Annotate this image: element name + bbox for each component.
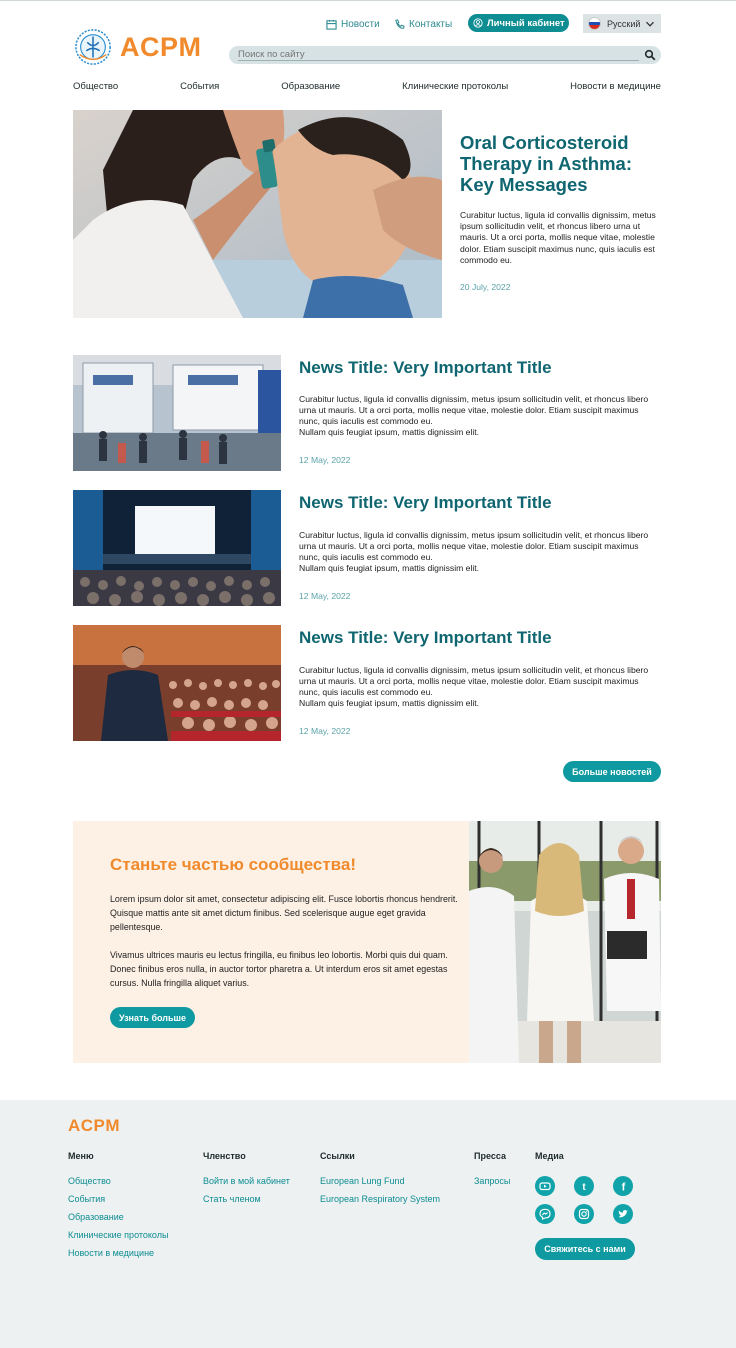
nav-item-education[interactable]: Образование [281, 81, 340, 92]
logo-text: ACPM [120, 31, 202, 62]
news-link[interactable]: Новости [326, 14, 380, 34]
footer-link-login[interactable]: Войти в мой кабинет [203, 1172, 290, 1190]
hero-text: Curabitur luctus, ligula id convallis di… [460, 210, 656, 265]
news-text-extra: Nullam quis feugiat ipsum, mattis dignis… [299, 427, 480, 437]
nav-item-society[interactable]: Общество [73, 81, 118, 92]
community-doctors-image [469, 821, 661, 1063]
community-paragraph-2: Vivamus ultrices mauris eu lectus fringi… [110, 950, 448, 988]
footer-link-medical-news[interactable]: Новости в медицине [68, 1244, 168, 1262]
search-icon[interactable] [644, 49, 656, 61]
news-text: Curabitur luctus, ligula id convallis di… [299, 394, 649, 426]
contacts-link[interactable]: Контакты [394, 14, 452, 34]
contacts-link-label: Контакты [409, 18, 453, 30]
more-news-button[interactable]: Больше новостей [563, 761, 661, 782]
top-border [0, 0, 736, 1]
footer-menu-column: Меню Общество События Образование Клинич… [68, 1151, 168, 1262]
hero-date: 20 July, 2022 [460, 282, 511, 292]
news-text: Curabitur luctus, ligula id convallis di… [299, 530, 649, 562]
news-text: Curabitur luctus, ligula id convallis di… [299, 665, 649, 697]
hero-image[interactable] [73, 110, 442, 318]
footer-link-european-respiratory-system[interactable]: European Respiratory System [320, 1190, 440, 1208]
news-image-speaker[interactable] [73, 625, 281, 741]
news-link-label: Новости [341, 18, 380, 30]
community-banner: Станьте частью сообщества! Lorem ipsum d… [73, 821, 661, 1063]
footer-logo[interactable]: ACPM [68, 1116, 120, 1136]
community-title: Станьте частью сообщества! [110, 855, 357, 874]
footer-heading: Меню [68, 1151, 94, 1161]
messenger-icon[interactable] [535, 1204, 555, 1224]
footer-heading: Ссылки [320, 1151, 355, 1161]
main-nav: Общество События Образование Клинические… [73, 81, 661, 92]
news-image-exhibition[interactable] [73, 355, 281, 471]
chevron-down-icon [646, 21, 654, 27]
site-logo[interactable]: ACPM [74, 28, 202, 66]
search-underline [238, 60, 639, 61]
facebook-icon[interactable]: f [613, 1176, 633, 1196]
language-selector[interactable]: Русский [583, 14, 661, 33]
footer: ACPM Меню Общество События Образование К… [0, 1100, 736, 1348]
hero-title[interactable]: Oral Corticosteroid Therapy in Asthma: K… [460, 132, 670, 195]
tumblr-icon[interactable]: t [574, 1176, 594, 1196]
twitter-icon[interactable] [613, 1204, 633, 1224]
personal-cabinet-button[interactable]: Личный кабинет [468, 14, 569, 32]
news-text-extra: Nullam quis feugiat ipsum, mattis dignis… [299, 563, 480, 573]
russia-flag-icon [588, 17, 601, 30]
personal-cabinet-label: Личный кабинет [487, 17, 565, 29]
footer-link-clinical-protocols[interactable]: Клинические протоколы [68, 1226, 168, 1244]
nav-item-events[interactable]: События [180, 81, 219, 92]
logo-emblem-icon [75, 29, 111, 65]
news-date: 12 May, 2022 [299, 591, 351, 601]
news-image-conference-hall[interactable] [73, 490, 281, 606]
footer-heading: Медиа [535, 1151, 564, 1161]
nav-item-medical-news[interactable]: Новости в медицине [570, 81, 661, 92]
phone-icon [395, 18, 405, 29]
learn-more-button[interactable]: Узнать больше [110, 1007, 195, 1028]
svg-text:f: f [622, 1182, 626, 1193]
news-date: 12 May, 2022 [299, 455, 351, 465]
footer-link-requests[interactable]: Запросы [474, 1172, 510, 1190]
footer-link-european-lung-fund[interactable]: European Lung Fund [320, 1172, 440, 1190]
language-label: Русский [607, 18, 641, 29]
news-text-extra: Nullam quis feugiat ipsum, mattis dignis… [299, 698, 480, 708]
youtube-icon[interactable] [535, 1176, 555, 1196]
footer-media-column: Медиа [535, 1151, 564, 1172]
news-title[interactable]: News Title: Very Important Title [299, 628, 552, 648]
footer-heading: Пресса [474, 1151, 506, 1161]
svg-text:t: t [582, 1182, 586, 1192]
footer-membership-column: Членство Войти в мой кабинет Стать члено… [203, 1151, 290, 1208]
calendar-icon [326, 19, 337, 30]
user-icon [473, 18, 483, 28]
instagram-icon[interactable] [574, 1204, 594, 1224]
news-title[interactable]: News Title: Very Important Title [299, 358, 552, 378]
nav-item-clinical-protocols[interactable]: Клинические протоколы [402, 81, 508, 92]
news-title[interactable]: News Title: Very Important Title [299, 493, 552, 513]
footer-link-become-member[interactable]: Стать членом [203, 1190, 290, 1208]
footer-link-education[interactable]: Образование [68, 1208, 168, 1226]
search-bar[interactable] [229, 46, 661, 64]
contact-us-button[interactable]: Свяжитесь с нами [535, 1238, 635, 1260]
news-date: 12 May, 2022 [299, 726, 351, 736]
footer-press-column: Пресса Запросы [474, 1151, 510, 1190]
footer-link-society[interactable]: Общество [68, 1172, 168, 1190]
community-paragraph-1: Lorem ipsum dolor sit amet, consectetur … [110, 894, 458, 932]
footer-links-column: Ссылки European Lung Fund European Respi… [320, 1151, 440, 1208]
footer-heading: Членство [203, 1151, 246, 1161]
footer-link-events[interactable]: События [68, 1190, 168, 1208]
